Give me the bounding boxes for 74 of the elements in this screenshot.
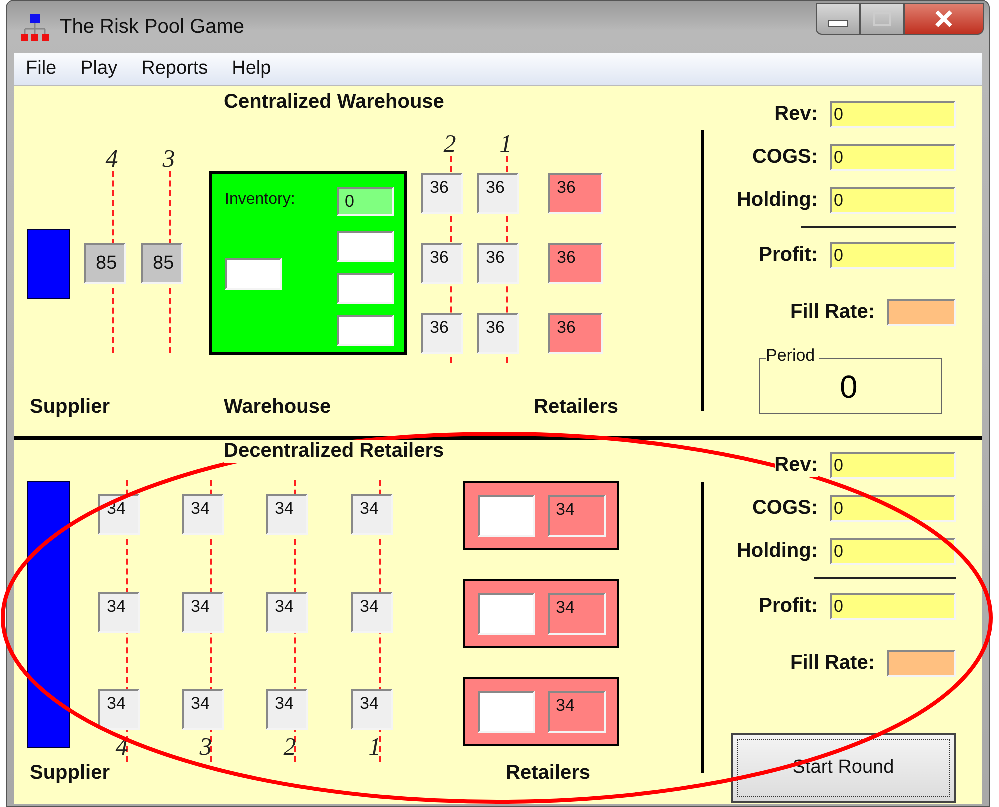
stat-field: 0	[830, 101, 956, 128]
pipeline-field: 34	[351, 494, 393, 535]
menu-item[interactable]: Reports	[130, 58, 220, 80]
inventory-label: Inventory:	[225, 191, 296, 209]
pipeline-field: 34	[266, 592, 308, 633]
fill-rate-field	[887, 650, 956, 677]
stat-field: 0	[830, 452, 956, 479]
lane-number: 4	[104, 146, 120, 174]
fill-rate-field	[887, 299, 956, 326]
retailer-field: 36	[548, 173, 603, 214]
pipeline-field: 34	[182, 592, 224, 633]
menu-item[interactable]: Help	[220, 58, 284, 80]
input-field[interactable]	[337, 273, 394, 304]
lane-number: 2	[282, 734, 298, 762]
retailer-field: 34	[548, 691, 606, 733]
menu-item[interactable]: File	[14, 58, 69, 80]
menu-item[interactable]: Play	[68, 58, 130, 80]
pipeline-field: 34	[351, 689, 393, 730]
pipeline-field: 34	[266, 494, 308, 535]
lane-number: 1	[368, 734, 382, 762]
lane-number: 1	[498, 131, 514, 159]
retailers-label: Retailers	[534, 396, 618, 419]
close-button[interactable]	[904, 3, 984, 35]
stat-label: Holding:	[736, 189, 818, 212]
input-field[interactable]	[337, 231, 394, 262]
close-icon	[933, 10, 955, 28]
input-field[interactable]	[337, 315, 394, 346]
retailer-field: 34	[548, 495, 606, 537]
pipeline-field: 34	[266, 689, 308, 730]
order-input[interactable]	[478, 593, 535, 635]
pipeline-field: 36	[477, 243, 519, 284]
stat-field: 0	[830, 144, 956, 171]
stat-field: 0	[830, 538, 956, 565]
lane-number: 3	[198, 734, 214, 762]
minimize-button[interactable]	[816, 3, 860, 35]
window-title: The Risk Pool Game	[60, 16, 245, 38]
pipeline-field: 36	[477, 313, 519, 354]
inventory-field: 0	[337, 187, 394, 216]
pipeline-field: 85	[141, 243, 183, 284]
pipeline-field: 34	[182, 689, 224, 730]
section-title: Decentralized Retailers	[224, 440, 444, 463]
period-value: 0	[840, 369, 858, 406]
pipeline-field: 34	[182, 494, 224, 535]
stat-field: 0	[830, 593, 956, 620]
minimize-icon	[828, 20, 848, 26]
retailers-label: Retailers	[506, 762, 590, 785]
order-input[interactable]	[225, 258, 282, 290]
stat-field: 0	[830, 187, 956, 214]
maximize-icon	[873, 12, 891, 26]
retailer-field: 34	[548, 593, 606, 635]
pipeline-field: 34	[98, 592, 140, 633]
lane-number: 2	[442, 131, 458, 159]
pipeline-field: 36	[421, 243, 463, 284]
stat-label: Holding:	[736, 540, 818, 563]
pipeline-field: 36	[421, 173, 463, 214]
retailer-field: 36	[548, 243, 603, 284]
stat-label: Rev:	[774, 454, 818, 477]
pipeline-field: 34	[351, 592, 393, 633]
supplier-label: Supplier	[30, 762, 110, 785]
retailer-field: 36	[548, 313, 603, 354]
lane-number: 3	[162, 146, 176, 174]
stat-field: 0	[830, 495, 956, 522]
pipeline-field: 85	[84, 243, 126, 284]
supplier-label: Supplier	[30, 396, 110, 419]
pipeline-field: 36	[421, 313, 463, 354]
network-icon	[20, 12, 50, 42]
stat-field: 0	[830, 242, 956, 269]
order-input[interactable]	[478, 495, 535, 537]
pipeline-field: 36	[477, 173, 519, 214]
maximize-button[interactable]	[860, 3, 904, 35]
supplier-block	[27, 229, 70, 299]
pipeline-field: 34	[98, 689, 140, 730]
order-input[interactable]	[478, 691, 535, 733]
warehouse-label: Warehouse	[224, 396, 332, 419]
